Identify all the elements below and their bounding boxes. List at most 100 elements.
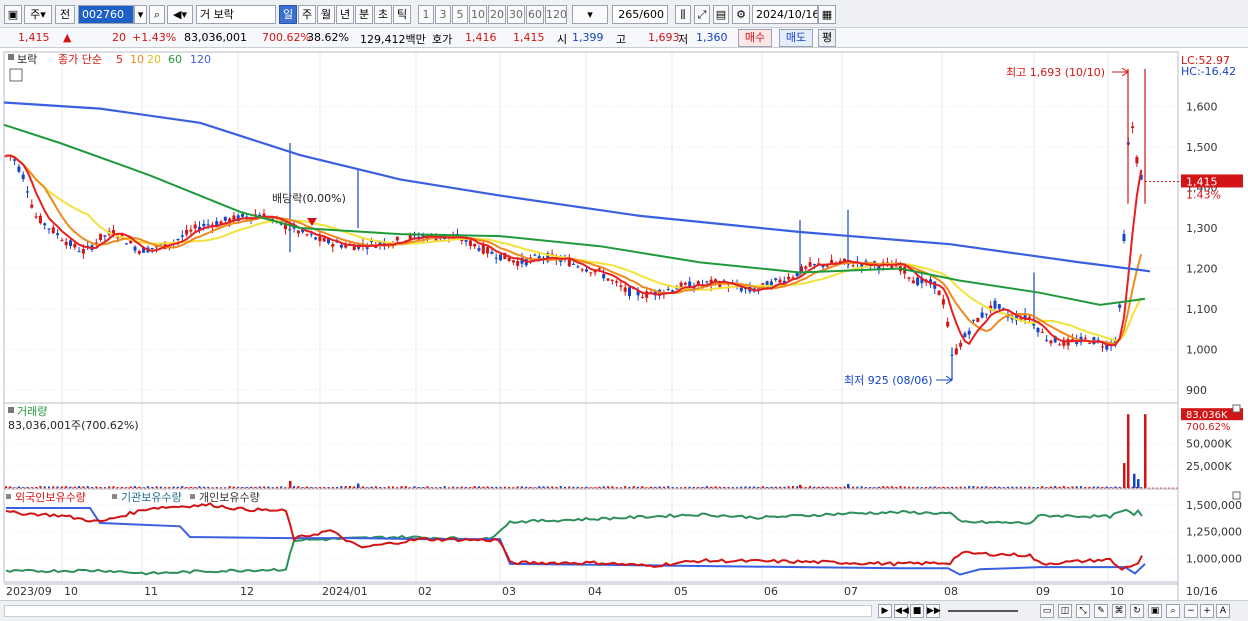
volume-bar <box>796 486 799 488</box>
stop-icon[interactable]: ■ <box>910 604 924 618</box>
volume-bar <box>503 486 506 488</box>
stock-name-field[interactable]: 거 보락 <box>196 5 276 24</box>
candle-body <box>395 236 399 241</box>
candle-type-icon[interactable]: ⫼ <box>675 5 691 24</box>
volume-bar <box>112 486 115 488</box>
volume-bar <box>834 486 837 488</box>
candle-body <box>967 330 971 335</box>
sell-button[interactable]: 매도 <box>779 29 813 47</box>
chart-link-icon[interactable]: ⌘ <box>1112 604 1126 618</box>
legend-ma-20: 20 <box>147 53 161 66</box>
volume-bar <box>981 486 984 488</box>
x-axis-label: 11 <box>144 585 158 598</box>
period-tab-1[interactable]: 주 <box>298 5 316 24</box>
calendar-icon[interactable]: ▦ <box>818 5 836 24</box>
market-select[interactable]: 주▾ <box>24 5 52 24</box>
volume-bar <box>624 485 627 488</box>
volume-bar <box>525 486 528 488</box>
interval-tab-20[interactable]: 20 <box>488 5 506 24</box>
candle-body <box>606 278 610 281</box>
zoom-in-icon[interactable]: + <box>1200 604 1214 618</box>
candle-body <box>331 244 335 247</box>
layout-icon[interactable]: ▭ <box>1040 604 1054 618</box>
period-tab-0[interactable]: 일 <box>279 5 297 24</box>
volume-bar <box>189 486 192 488</box>
volume-bar <box>994 486 996 488</box>
zoom-out-icon[interactable]: − <box>1184 604 1198 618</box>
zoom-slider[interactable] <box>948 610 1018 612</box>
candle-body <box>103 235 107 237</box>
volume-bar <box>856 486 859 488</box>
count-field[interactable]: 265/600 <box>612 5 668 24</box>
volume-bar <box>551 486 554 488</box>
candle-body <box>533 254 537 256</box>
prev-button[interactable]: 전 <box>55 5 75 24</box>
period-tab-5[interactable]: 초 <box>374 5 392 24</box>
avg-button[interactable]: 평 <box>818 29 836 47</box>
candle-body <box>56 233 60 236</box>
custom-period-select[interactable]: ▾ <box>572 5 608 24</box>
chart-menu-icon[interactable]: ▣ <box>4 5 22 24</box>
trend-icon[interactable]: ⤡ <box>1076 604 1090 618</box>
snapshot-icon[interactable]: ▣ <box>1148 604 1162 618</box>
period-tab-6[interactable]: 틱 <box>393 5 411 24</box>
volume-bar <box>1041 486 1044 488</box>
buy-button[interactable]: 매수 <box>738 29 772 47</box>
period-tab-3[interactable]: 년 <box>336 5 354 24</box>
volume-bar <box>533 487 536 488</box>
candle-body <box>314 237 318 240</box>
holding-y-tick: 1,250,000 <box>1186 526 1242 539</box>
period-tab-2[interactable]: 월 <box>317 5 335 24</box>
pen-icon[interactable]: ✎ <box>1094 604 1108 618</box>
scroll-rewind-icon[interactable]: ◀◀ <box>894 604 909 618</box>
interval-tab-5[interactable]: 5 <box>452 5 468 24</box>
volume-bar <box>121 486 124 488</box>
volume-bar <box>56 486 59 488</box>
save-icon[interactable]: ▤ <box>713 5 729 24</box>
code-input[interactable]: 002760 <box>78 5 134 24</box>
interval-tab-60[interactable]: 60 <box>526 5 544 24</box>
magnifier-icon[interactable]: ⌕ <box>1166 604 1180 618</box>
interval-tab-3[interactable]: 3 <box>435 5 451 24</box>
code-dropdown-icon[interactable]: ▾ <box>134 5 147 24</box>
volume-bar <box>538 486 541 488</box>
interval-tab-1[interactable]: 1 <box>418 5 434 24</box>
date-field[interactable]: 2024/10/16 <box>752 5 818 24</box>
refresh-icon[interactable]: ↻ <box>1130 604 1144 618</box>
search-icon[interactable]: ⌕ <box>149 5 165 24</box>
volume-bar <box>211 487 214 488</box>
current-rate-text: 1.43% <box>1186 188 1221 201</box>
candle-body <box>976 317 980 322</box>
volume-bar <box>323 487 326 488</box>
candle-body <box>43 223 47 226</box>
high-label: 고 <box>616 33 627 46</box>
change-rate: +1.43% <box>132 31 177 44</box>
volume-bar <box>873 487 876 488</box>
gear-icon[interactable]: ⚙ <box>732 5 750 24</box>
interval-tab-30[interactable]: 30 <box>507 5 525 24</box>
candle-body <box>202 223 206 227</box>
sound-icon[interactable]: ◀▾ <box>167 5 193 24</box>
volume-bar <box>331 487 334 488</box>
volume-bar <box>736 487 738 488</box>
interval-tab-10[interactable]: 10 <box>469 5 487 24</box>
chart-area[interactable]: 1,6001,5001,4001,3001,2001,1001,00090020… <box>0 48 1248 600</box>
candle-body <box>47 228 51 230</box>
auto-icon[interactable]: A <box>1216 604 1230 618</box>
volume-bar <box>508 486 511 488</box>
scroll-track[interactable] <box>4 605 872 617</box>
volume-bar <box>516 486 519 488</box>
volume-spike-bar <box>289 480 292 488</box>
volume-bar <box>374 486 377 488</box>
volume-title: 거래량 <box>17 405 47 418</box>
scroll-next-icon[interactable]: ▶ <box>878 604 892 618</box>
draw-tool-icon[interactable]: ⤢ <box>694 5 710 24</box>
scroll-forward-icon[interactable]: ▶▶ <box>926 604 941 618</box>
split-icon[interactable]: ◫ <box>1058 604 1072 618</box>
volume-bar <box>1011 486 1014 488</box>
period-tab-4[interactable]: 분 <box>355 5 373 24</box>
volume-bar <box>942 486 945 488</box>
candle-body <box>1122 234 1126 241</box>
volume-bar <box>151 486 154 488</box>
interval-tab-120[interactable]: 120 <box>545 5 567 24</box>
